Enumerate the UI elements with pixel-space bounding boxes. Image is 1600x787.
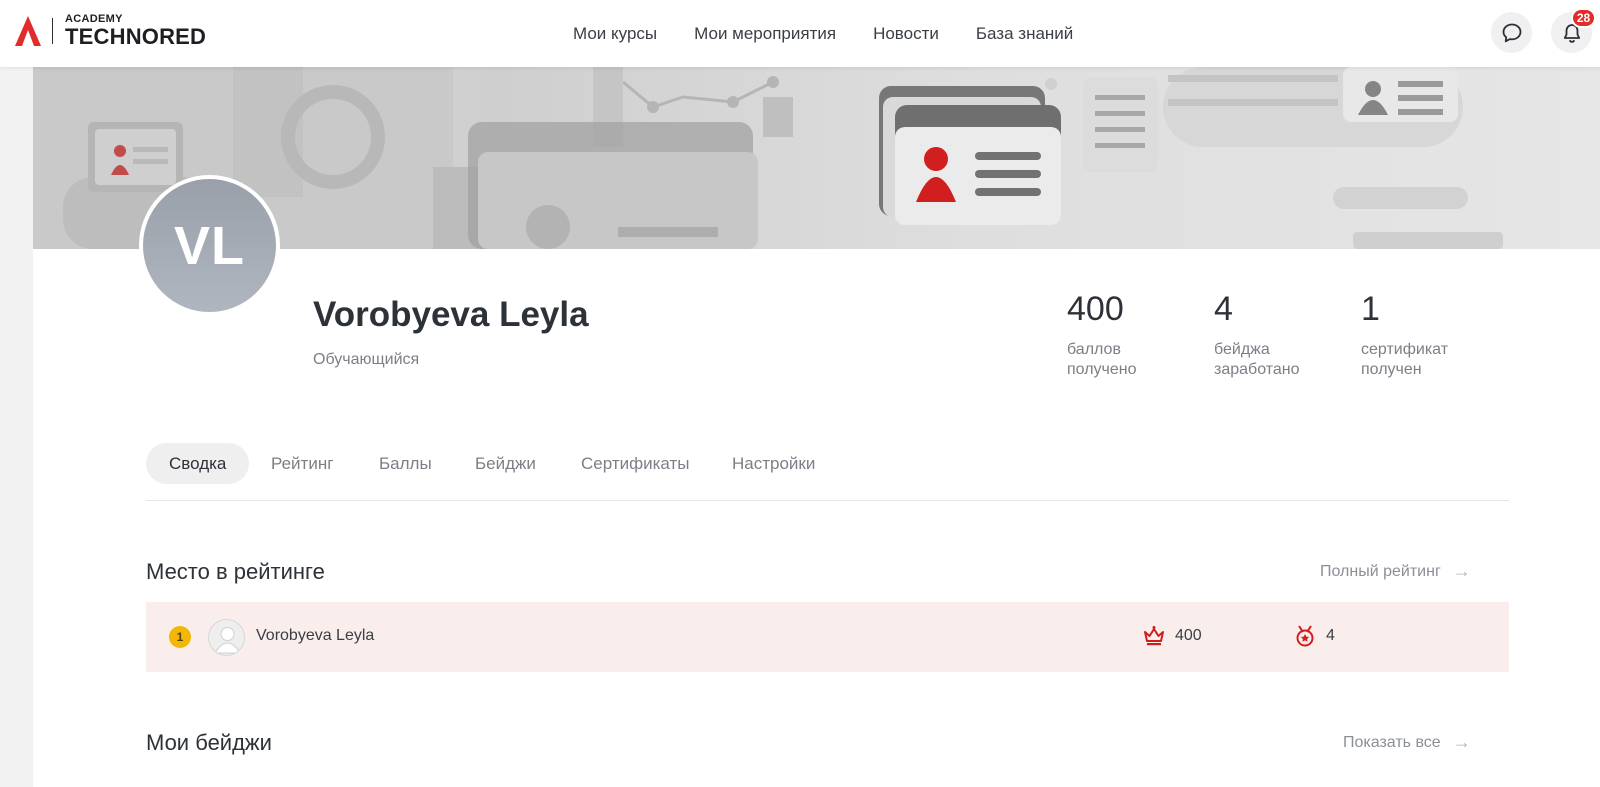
stat-badges: 4 бейджа заработано [1214, 290, 1324, 380]
nav-my-courses[interactable]: Мои курсы [573, 24, 657, 44]
stat-points: 400 баллов получено [1067, 290, 1177, 380]
rating-row-badges: 4 [1293, 624, 1335, 648]
stat-points-label: баллов получено [1067, 341, 1137, 379]
chat-bubble-icon [1502, 23, 1521, 42]
rating-row-badges-value: 4 [1326, 627, 1335, 644]
show-all-badges-link[interactable]: Показать все → [1343, 732, 1471, 753]
tab-summary[interactable]: Сводка [146, 443, 250, 484]
arrow-right-icon: → [1452, 561, 1471, 581]
user-avatar: VL [139, 175, 280, 316]
tab-points[interactable]: Баллы [379, 443, 432, 484]
stat-certificates-value: 1 [1361, 290, 1380, 328]
stat-certificates: 1 сертификат получен [1361, 290, 1471, 380]
medal-icon [1296, 625, 1314, 647]
crown-icon [1144, 626, 1164, 646]
tab-certificates[interactable]: Сертификаты [581, 443, 689, 484]
user-avatar-placeholder-icon [208, 619, 245, 656]
rating-row-points: 400 [1142, 624, 1202, 648]
stat-badges-label: бейджа заработано [1214, 341, 1300, 379]
user-name: Vorobyeva Leyla [313, 295, 589, 334]
tab-badges[interactable]: Бейджи [475, 443, 536, 484]
stat-certificates-label: сертификат получен [1361, 341, 1449, 379]
tab-settings[interactable]: Настройки [732, 443, 815, 484]
nav-knowledge-base[interactable]: База знаний [976, 24, 1073, 44]
badges-section-title: Мои бейджи [146, 730, 272, 755]
logo[interactable]: ACADEMY TECHNORED [14, 14, 206, 48]
user-role: Обучающийся [313, 351, 420, 368]
top-header: ACADEMY TECHNORED Мои курсы Мои мероприя… [0, 0, 1600, 67]
arrow-right-icon: → [1452, 732, 1471, 752]
rating-row-points-value: 400 [1175, 627, 1202, 644]
logo-technored: TECHNORED [65, 24, 207, 49]
chat-button[interactable] [1491, 12, 1532, 53]
profile-panel: VL Vorobyeva Leyla Обучающийся 400 балло… [33, 67, 1600, 787]
full-rating-link-label: Полный рейтинг [1320, 562, 1441, 580]
main-nav: Мои курсы Мои мероприятия Новости База з… [573, 0, 1110, 67]
nav-news[interactable]: Новости [873, 24, 939, 44]
logo-mark-icon [15, 16, 41, 46]
rating-section-title: Место в рейтинге [146, 559, 325, 584]
stat-points-value: 400 [1067, 290, 1124, 328]
notifications-button[interactable]: 28 [1551, 8, 1596, 53]
rating-row[interactable]: 1 Vorobyeva Leyla 400 4 [146, 602, 1509, 672]
rating-place-badge: 1 [169, 626, 191, 648]
logo-text: ACADEMY TECHNORED [65, 14, 206, 48]
logo-separator [52, 18, 53, 44]
profile-tabs: Сводка Рейтинг Баллы Бейджи Сертификаты … [146, 443, 1509, 501]
nav-my-events[interactable]: Мои мероприятия [694, 24, 836, 44]
show-all-badges-label: Показать все [1343, 733, 1441, 751]
full-rating-link[interactable]: Полный рейтинг → [1320, 561, 1471, 582]
stat-badges-value: 4 [1214, 290, 1233, 328]
rating-row-name: Vorobyeva Leyla [256, 627, 375, 644]
notification-count-badge: 28 [1571, 8, 1596, 28]
tab-rating[interactable]: Рейтинг [271, 443, 333, 484]
